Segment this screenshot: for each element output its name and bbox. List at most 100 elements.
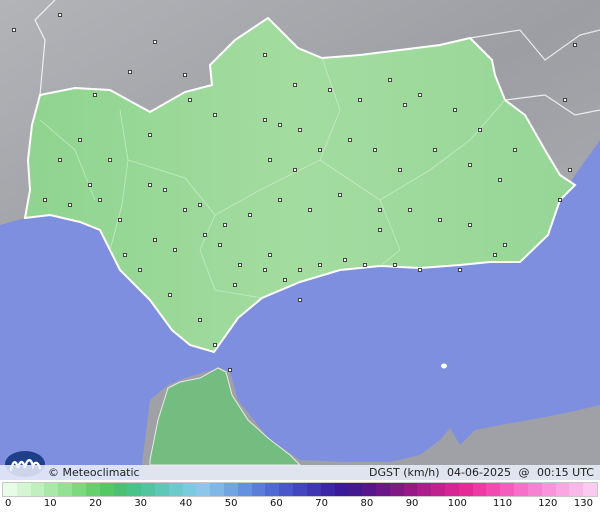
station-marker[interactable] xyxy=(363,263,367,267)
station-marker[interactable] xyxy=(468,163,472,167)
station-marker[interactable] xyxy=(168,293,172,297)
station-marker[interactable] xyxy=(278,198,282,202)
station-marker[interactable] xyxy=(268,253,272,257)
station-marker[interactable] xyxy=(213,343,217,347)
station-marker[interactable] xyxy=(248,213,252,217)
station-marker[interactable] xyxy=(563,98,567,102)
legend-swatch xyxy=(514,483,528,496)
station-marker[interactable] xyxy=(498,178,502,182)
legend-swatch xyxy=(555,483,570,496)
station-marker[interactable] xyxy=(148,183,152,187)
station-marker[interactable] xyxy=(228,368,232,372)
legend-swatch xyxy=(458,483,473,496)
legend-swatch xyxy=(403,483,418,496)
station-marker[interactable] xyxy=(88,183,92,187)
legend-tick-labels: 0 10 20 30 40 50 60 70 80 90 100 110 120 130 xyxy=(0,498,600,516)
station-marker[interactable] xyxy=(138,268,142,272)
station-marker[interactable] xyxy=(343,258,347,262)
legend-swatch xyxy=(58,483,73,496)
station-marker[interactable] xyxy=(153,40,157,44)
station-marker[interactable] xyxy=(163,188,167,192)
station-marker[interactable] xyxy=(308,208,312,212)
station-marker[interactable] xyxy=(128,70,132,74)
station-marker[interactable] xyxy=(58,13,62,17)
station-marker[interactable] xyxy=(568,168,572,172)
legend-swatch xyxy=(541,483,556,496)
station-marker[interactable] xyxy=(173,248,177,252)
station-marker[interactable] xyxy=(268,158,272,162)
station-marker[interactable] xyxy=(68,203,72,207)
legend-swatch xyxy=(72,483,86,496)
station-marker[interactable] xyxy=(118,218,122,222)
station-marker[interactable] xyxy=(148,133,152,137)
station-marker[interactable] xyxy=(153,238,157,242)
station-marker[interactable] xyxy=(58,158,62,162)
legend-tick-label: 40 xyxy=(179,498,193,509)
station-marker[interactable] xyxy=(493,253,497,257)
station-marker[interactable] xyxy=(183,208,187,212)
station-marker[interactable] xyxy=(43,198,47,202)
station-marker[interactable] xyxy=(378,228,382,232)
station-marker[interactable] xyxy=(293,83,297,87)
station-marker[interactable] xyxy=(198,203,202,207)
station-marker[interactable] xyxy=(438,218,442,222)
legend-tick-label: 30 xyxy=(134,498,148,509)
legend-swatch xyxy=(389,483,404,496)
station-marker[interactable] xyxy=(263,53,267,57)
station-marker[interactable] xyxy=(223,223,227,227)
station-marker[interactable] xyxy=(278,123,282,127)
station-marker[interactable] xyxy=(328,88,332,92)
station-marker[interactable] xyxy=(183,73,187,77)
station-marker[interactable] xyxy=(338,193,342,197)
station-marker[interactable] xyxy=(358,98,362,102)
station-marker[interactable] xyxy=(238,263,242,267)
station-marker[interactable] xyxy=(433,148,437,152)
station-marker[interactable] xyxy=(403,103,407,107)
station-marker[interactable] xyxy=(93,93,97,97)
station-marker[interactable] xyxy=(293,168,297,172)
station-marker[interactable] xyxy=(478,128,482,132)
legend-swatch xyxy=(182,483,197,496)
station-marker[interactable] xyxy=(283,278,287,282)
station-marker[interactable] xyxy=(458,268,462,272)
station-marker[interactable] xyxy=(298,128,302,132)
station-marker[interactable] xyxy=(108,158,112,162)
brand-name[interactable]: © Meteoclimatic xyxy=(48,465,140,480)
station-marker[interactable] xyxy=(318,263,322,267)
station-marker[interactable] xyxy=(188,98,192,102)
station-marker[interactable] xyxy=(558,198,562,202)
legend-swatch xyxy=(113,483,128,496)
station-marker[interactable] xyxy=(513,148,517,152)
station-marker[interactable] xyxy=(503,243,507,247)
station-marker[interactable] xyxy=(373,148,377,152)
station-marker[interactable] xyxy=(408,208,412,212)
station-marker[interactable] xyxy=(98,198,102,202)
station-marker[interactable] xyxy=(388,78,392,82)
station-marker[interactable] xyxy=(398,168,402,172)
legend-swatch xyxy=(472,483,487,496)
station-marker[interactable] xyxy=(78,138,82,142)
station-marker[interactable] xyxy=(453,108,457,112)
legend-swatch xyxy=(431,483,445,496)
legend-tick-label: 130 xyxy=(573,498,593,509)
station-marker[interactable] xyxy=(378,208,382,212)
station-marker[interactable] xyxy=(263,118,267,122)
station-marker[interactable] xyxy=(348,138,352,142)
station-marker[interactable] xyxy=(263,268,267,272)
station-marker[interactable] xyxy=(318,148,322,152)
station-marker[interactable] xyxy=(573,43,577,47)
station-marker[interactable] xyxy=(123,253,127,257)
station-marker[interactable] xyxy=(233,283,237,287)
station-marker[interactable] xyxy=(12,28,16,32)
legend-swatch xyxy=(362,483,376,496)
station-marker[interactable] xyxy=(468,223,472,227)
station-marker[interactable] xyxy=(418,93,422,97)
station-marker[interactable] xyxy=(203,233,207,237)
station-marker[interactable] xyxy=(418,268,422,272)
station-marker[interactable] xyxy=(198,318,202,322)
station-marker[interactable] xyxy=(393,263,397,267)
station-marker[interactable] xyxy=(218,243,222,247)
station-marker[interactable] xyxy=(298,298,302,302)
station-marker[interactable] xyxy=(298,268,302,272)
station-marker[interactable] xyxy=(213,113,217,117)
